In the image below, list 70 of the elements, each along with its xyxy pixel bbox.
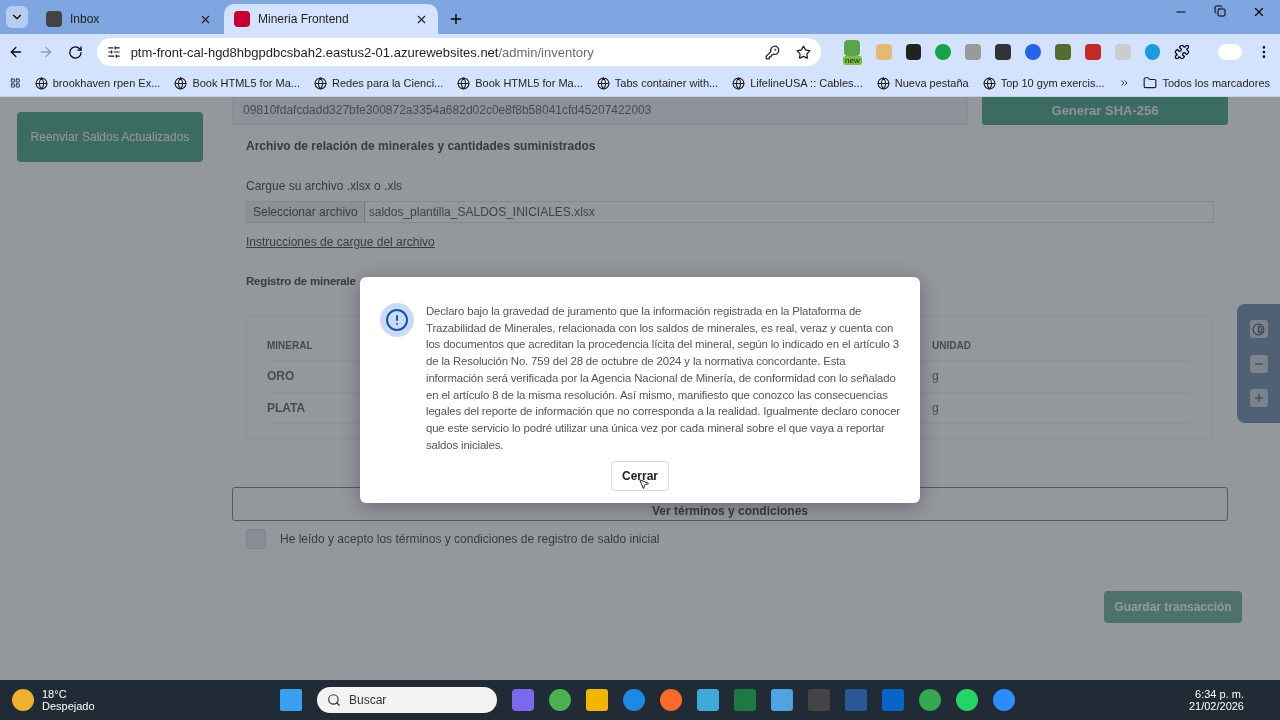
contrast-icon xyxy=(1252,322,1265,336)
globe-icon xyxy=(982,76,996,90)
taskbar-app-icon[interactable] xyxy=(549,689,571,711)
search-field[interactable]: Buscar xyxy=(317,687,497,713)
taskbar-app-icon[interactable] xyxy=(623,689,645,711)
reload-icon[interactable] xyxy=(67,44,83,60)
contrast-button[interactable] xyxy=(1249,320,1268,339)
extensions-icon[interactable] xyxy=(1174,44,1191,60)
key-icon xyxy=(765,44,780,60)
start-icon[interactable] xyxy=(280,689,302,711)
bookmark[interactable]: Tabs container with... xyxy=(614,77,719,89)
bookmark[interactable]: Book HTML5 for Ma... xyxy=(192,77,300,89)
new-badge: new xyxy=(843,55,862,65)
section-heading: Archivo de relación de minerales y cantidades suministrados xyxy=(246,139,597,153)
instructions-link[interactable]: Instrucciones de cargue del archivo xyxy=(246,235,435,249)
close-icon[interactable] xyxy=(1252,5,1266,19)
weather-text: Despejado xyxy=(42,700,95,712)
close-button[interactable]: Cerrar xyxy=(611,461,669,492)
table-cell: PLATA xyxy=(267,400,306,415)
file-input[interactable]: Seleccionar archivo saldos_plantilla_SALDOS_INICIALES.xlsx xyxy=(246,201,1214,223)
globe-icon xyxy=(457,76,471,90)
folder-icon xyxy=(1143,76,1158,90)
apps-icon[interactable] xyxy=(10,76,21,90)
all-bookmarks-folder[interactable]: Todos los marcadores xyxy=(1162,77,1270,89)
site-settings-icon xyxy=(106,45,121,59)
clock-date: 21/02/2026 xyxy=(1188,700,1244,712)
site-icon xyxy=(234,11,250,27)
bookmark[interactable]: Book HTML5 for Ma... xyxy=(475,77,583,89)
bookmark[interactable]: LifelineUSA :: Cables... xyxy=(750,77,863,89)
declaration-text: Declaro bajo la gravedad de juramento que la información registrada en la Plataforma de Trazabilidad de Minerales, relacionada con los saldos de minerales, es real, veraz y cuenta con los documentos que acreditan la procedencia lícita del mineral, según lo indicado en el artículo 3 de la Resolución No. 759 del 28 de octubre de 2024 y la normativa concordante. Esta información será verificada por la Agencia Nacional de Minería, de conformidad con lo señalado en el artículo 8 de la misma resolución. Así mismo, manifiesto que conozco las consecuencias legales del reporte de información que no corresponda a la realidad. Igualmente declaro conocer que este servicio lo podré utilizar una única vez por cada mineral sobre el que vaya a reportar saldos iniciales. xyxy=(426,304,900,453)
back-icon[interactable] xyxy=(8,44,24,60)
clock-time: 6:34 p. m. xyxy=(1195,688,1244,700)
taskbar-app-icon[interactable] xyxy=(919,689,941,711)
address-bar[interactable]: ptm-front-cal-hgd8hbgpdbcsbah2.eastus2-01.azurewebsites.net/admin/inventory xyxy=(96,38,821,66)
site-icon xyxy=(46,11,62,27)
new-tab-icon[interactable] xyxy=(448,11,464,27)
section-heading: Registro de minerale xyxy=(246,275,356,287)
table-cell: g xyxy=(932,369,939,384)
column-header: UNIDAD xyxy=(932,339,971,351)
decrease-text-button[interactable] xyxy=(1249,354,1268,373)
tab-list-button[interactable] xyxy=(6,6,28,28)
globe-icon xyxy=(732,76,746,90)
globe-icon xyxy=(174,76,188,90)
search-icon xyxy=(327,693,341,707)
column-header: MINERAL xyxy=(267,339,313,351)
globe-icon xyxy=(596,76,610,90)
temperature: 18°C xyxy=(42,688,68,700)
table-cell: ORO xyxy=(267,369,295,384)
globe-icon xyxy=(876,76,890,90)
bookmark[interactable]: Nueva pestaña xyxy=(894,77,969,89)
browser-tab[interactable]: Inbox xyxy=(36,4,222,34)
globe-icon xyxy=(34,76,48,90)
restore-icon[interactable] xyxy=(1214,5,1226,17)
taskbar-app-icon[interactable] xyxy=(993,689,1015,711)
taskbar-app-icon[interactable] xyxy=(956,689,978,711)
star-icon xyxy=(796,44,811,60)
table-cell: g xyxy=(932,400,939,415)
field-label: Cargue su archivo .xlsx o .xls xyxy=(246,179,404,193)
plus-icon xyxy=(1252,391,1265,404)
browser-tab[interactable]: Mineria Frontend xyxy=(224,4,438,34)
taskbar-app-icon[interactable] xyxy=(660,689,682,711)
bookmark[interactable]: brookhaven rpen Ex... xyxy=(52,77,161,89)
increase-text-button[interactable] xyxy=(1249,388,1268,407)
extension-icon[interactable] xyxy=(995,44,1012,60)
bookmark[interactable]: Top 10 gym exercis... xyxy=(1000,77,1105,89)
extension-icon[interactable] xyxy=(905,44,922,60)
checkbox-label: He leído y acepto los términos y condiciones de registro de saldo inicial xyxy=(280,532,660,546)
bookmark[interactable]: Redes para la Cienci... xyxy=(331,77,444,89)
cursor-icon xyxy=(638,478,650,491)
globe-icon xyxy=(313,76,327,90)
